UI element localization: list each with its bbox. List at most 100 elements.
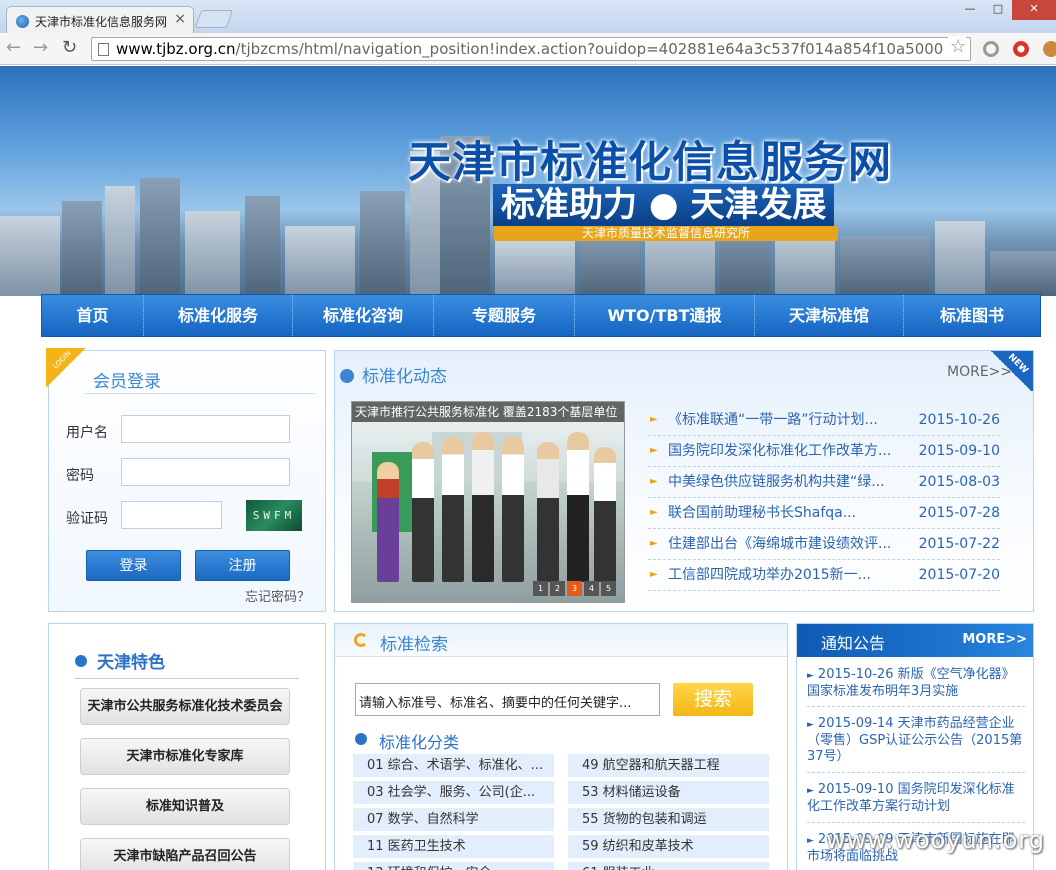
bullet-arrow-icon: ► [650,507,658,518]
register-button[interactable]: 注册 [195,550,290,581]
maximize-icon[interactable]: □ [984,0,1012,20]
extension-red-icon[interactable] [1013,41,1029,57]
bullet-arrow-icon: ► [807,671,814,681]
username-input[interactable] [121,415,290,443]
notice-more-link[interactable]: MORE>> [962,632,1027,647]
news-item[interactable]: ► 中美绿色供应链服务机构共建“绿... 2015-08-03 [648,467,1000,498]
window-close-icon[interactable]: ✕ [1012,0,1056,20]
bullet-arrow-icon: ► [650,569,658,580]
new-tag: NEW [989,351,1033,391]
search-title: 标准检索 [380,635,448,655]
address-bar[interactable]: www.tjbz.org.cn/tjbzcms/html/navigation_… [91,37,971,61]
slide-dot[interactable]: 2 [550,581,565,596]
password-input[interactable] [121,458,290,486]
new-tab-button[interactable] [194,10,234,28]
site-banner: 天津市标准化信息服务网 标准助力 ● 天津发展 天津市质量技术监督信息研究所 [0,66,1056,296]
nav-item-home[interactable]: 首页 [42,295,144,336]
search-input[interactable]: 请输入标准号、标准名、摘要中的任何关键字... [355,683,660,716]
category-item[interactable]: 53 材料储运设备 [568,781,769,804]
login-badge: LOGIN [46,348,86,388]
category-item[interactable]: 13 环境和保护、安全 [353,862,554,870]
category-item[interactable]: 61 服装工业 [568,862,769,870]
nav-item-consulting[interactable]: 标准化咨询 [293,295,434,336]
nav-item-standard-service[interactable]: 标准化服务 [144,295,293,336]
site-favicon-icon [16,15,29,28]
forgot-password-link[interactable]: 忘记密码？ [245,586,310,605]
site-title: 天津市标准化信息服务网 [408,138,892,188]
browser-tab-bar: 天津市标准化信息服务网 × — □ ✕ [0,0,1056,33]
site-subtitle: 天津市质量技术监督信息研究所 [494,226,838,241]
feature-button-committee[interactable]: 天津市公共服务标准化技术委员会 [80,688,290,725]
news-photo-slideshow[interactable]: 天津市推行公共服务标准化 覆盖2183个基层单位 1 2 3 4 5 [351,401,625,603]
window-controls: — □ ✕ [956,0,1056,20]
bullet-arrow-icon: ► [807,836,814,846]
photo-caption: 天津市推行公共服务标准化 覆盖2183个基层单位 [352,402,624,422]
category-item[interactable]: 03 社会学、服务、公司(企... [353,781,554,804]
url-path: /tjbzcms/html/navigation_position!index.… [235,40,944,58]
back-arrow-icon[interactable]: ← [6,38,21,58]
category-item[interactable]: 59 纺织和皮革技术 [568,835,769,858]
category-item[interactable]: 11 医药卫生技术 [353,835,554,858]
url-host: www.tjbz.org.cn [116,40,236,58]
bullet-arrow-icon: ► [650,476,658,487]
news-panel: 标准化动态 MORE>> NEW 天津市推行公共服务标准化 覆盖2183个基层单… [334,350,1034,612]
news-section-icon [340,369,354,383]
category-item[interactable]: 01 综合、术语学、标准化、... [353,754,554,777]
feature-button-knowledge[interactable]: 标准知识普及 [80,788,290,825]
nav-item-books[interactable]: 标准图书 [904,295,1040,336]
news-item[interactable]: ► 联合国前助理秘书长Shafqa... 2015-07-28 [648,498,1000,529]
slide-dot[interactable]: 1 [533,581,548,596]
category-item[interactable]: 49 航空器和航天器工程 [568,754,769,777]
feature-button-experts[interactable]: 天津市标准化专家库 [80,738,290,775]
forward-arrow-icon[interactable]: → [33,38,48,58]
slide-dot[interactable]: 4 [584,581,599,596]
minimize-icon[interactable]: — [956,0,984,20]
notice-title: 通知公告 [821,634,886,653]
captcha-image[interactable]: SWFM [246,500,302,531]
reload-icon[interactable]: ↻ [62,38,77,58]
category-item[interactable]: 07 数学、自然科学 [353,808,554,831]
feature-title: 天津特色 [97,653,165,673]
watermark: www.wooyun.org [826,826,1045,854]
login-title: 会员登录 [93,372,161,392]
bullet-arrow-icon: ► [650,445,658,456]
login-panel: LOGIN 会员登录 用户名 密码 验证码 SWFM 登录 注册 忘记密码？ [46,348,326,612]
notice-item[interactable]: ► 2015-09-10 国务院印发深化标准化工作改革方案行动计划 [807,782,1025,815]
category-item[interactable]: 55 货物的包装和调运 [568,808,769,831]
bullet-arrow-icon: ► [650,538,658,549]
nav-item-special-service[interactable]: 专题服务 [434,295,575,336]
bookmark-star-icon[interactable]: ☆ [948,36,967,57]
browser-tab[interactable]: 天津市标准化信息服务网 × [6,6,194,33]
tianjin-feature-panel: 天津特色 天津市公共服务标准化技术委员会 天津市标准化专家库 标准知识普及 天津… [48,623,326,870]
news-title: 标准化动态 [362,367,447,387]
slide-dot[interactable]: 5 [601,581,616,596]
news-item[interactable]: ► 国务院印发深化标准化工作改革方... 2015-09-10 [648,436,1000,467]
news-item[interactable]: ► 工信部四院成功举办2015新一... 2015-07-20 [648,560,1000,591]
site-slogan: 标准助力 ● 天津发展 [493,184,835,226]
news-item[interactable]: ► 《标准联通“一带一路”行动计划... 2015-10-26 [648,405,1000,436]
standard-search-panel: 标准检索 请输入标准号、标准名、摘要中的任何关键字... 搜索 标准化分类 01… [334,623,788,870]
category-bullet-icon [355,733,367,745]
notice-item[interactable]: ► 2015-10-26 新版《空气净化器》国家标准发布明年3月实施 [807,667,1025,700]
nav-item-wto-tbt[interactable]: WTO/TBT通报 [575,295,755,336]
page-icon [98,43,109,56]
main-navigation: 首页 标准化服务 标准化咨询 专题服务 WTO/TBT通报 天津标准馆 标准图书 [41,294,1041,337]
extension-cookie-icon[interactable] [1043,41,1056,57]
notice-item[interactable]: ► 2015-09-14 天津市药品经营企业（零售）GSP认证公示公告（2015第… [807,716,1025,765]
bullet-arrow-icon: ► [807,720,814,730]
extension-ring-icon[interactable] [983,41,999,57]
bullet-arrow-icon: ► [650,414,658,425]
tab-close-icon[interactable]: × [174,11,186,27]
nav-item-tianjin-library[interactable]: 天津标准馆 [755,295,904,336]
bullet-arrow-icon: ► [807,786,814,796]
news-item[interactable]: ► 住建部出台《海绵城市建设绩效评... 2015-07-22 [648,529,1000,560]
slideshow-pager: 1 2 3 4 5 [533,581,616,596]
search-section-icon [354,633,368,647]
captcha-input[interactable] [121,501,222,529]
slide-dot-active[interactable]: 3 [567,581,582,596]
login-button[interactable]: 登录 [86,550,181,581]
feature-button-recall[interactable]: 天津市缺陷产品召回公告 [80,838,290,870]
search-button[interactable]: 搜索 [673,683,753,716]
news-list: ► 《标准联通“一带一路”行动计划... 2015-10-26 ► 国务院印发深化标准… [648,405,1000,591]
password-label: 密码 [66,468,94,484]
